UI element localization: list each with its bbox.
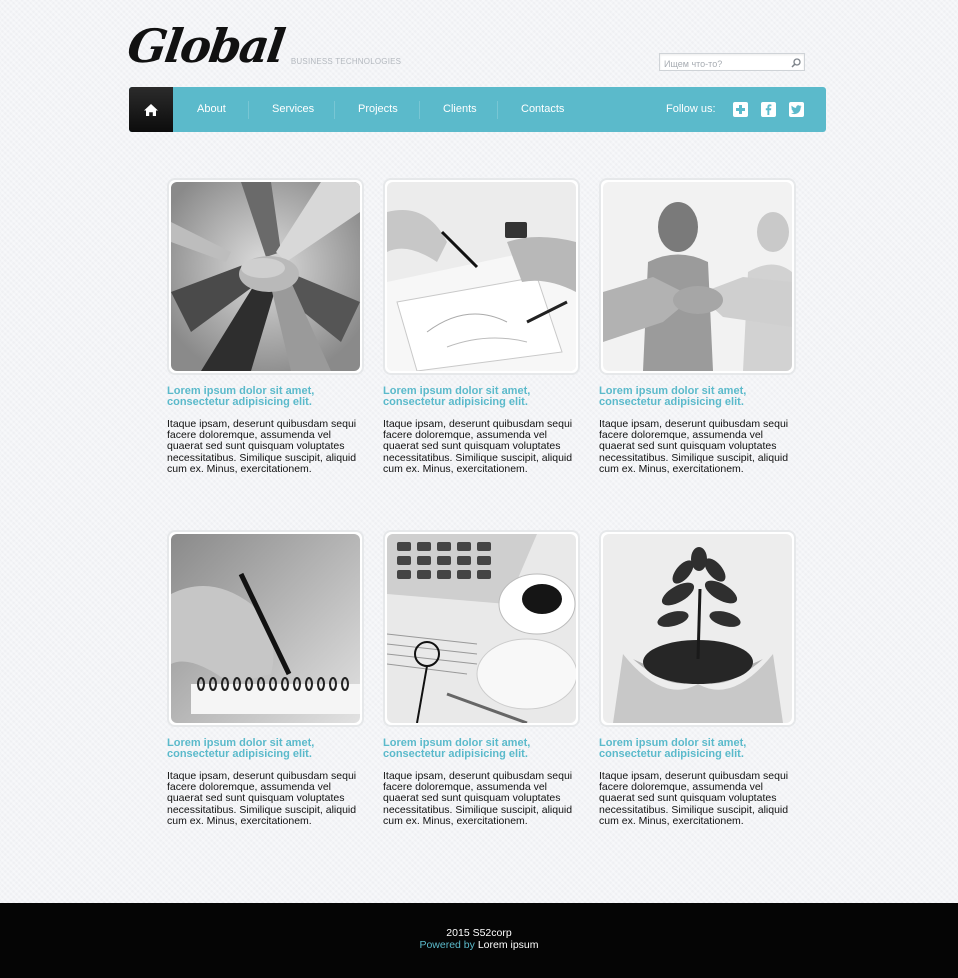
feature-card: Lorem ipsum dolor sit amet, consectetur …	[383, 178, 580, 475]
handshake-image[interactable]	[599, 178, 796, 375]
feature-card: Lorem ipsum dolor sit amet, consectetur …	[599, 178, 796, 475]
card-title[interactable]: Lorem ipsum dolor sit amet, consectetur …	[383, 386, 579, 408]
footer-powered-line: Powered by Lorem ipsum	[0, 939, 958, 951]
feature-card: Lorem ipsum dolor sit amet, consectetur …	[167, 178, 364, 475]
writing-notebook-image[interactable]	[167, 530, 364, 727]
card-title[interactable]: Lorem ipsum dolor sit amet, consectetur …	[599, 738, 795, 760]
card-text: Itaque ipsam, deserunt quibusdam sequi f…	[167, 418, 357, 475]
nav-divider	[497, 101, 498, 119]
nav-divider	[334, 101, 335, 119]
nav-about[interactable]: About	[197, 87, 226, 132]
powered-name: Lorem ipsum	[477, 939, 539, 951]
card-text: Itaque ipsam, deserunt quibusdam sequi f…	[383, 418, 573, 475]
plant-in-hands-image[interactable]	[599, 530, 796, 727]
card-title[interactable]: Lorem ipsum dolor sit amet, consectetur …	[383, 738, 579, 760]
facebook-icon[interactable]	[761, 102, 776, 117]
home-icon	[144, 103, 158, 116]
nav-divider	[248, 101, 249, 119]
card-title[interactable]: Lorem ipsum dolor sit amet, consectetur …	[167, 386, 363, 408]
logo-text: Global	[124, 19, 287, 73]
footer-copyright: 2015 S52corp	[446, 927, 512, 939]
feature-card: Lorem ipsum dolor sit amet, consectetur …	[599, 530, 796, 827]
card-title[interactable]: Lorem ipsum dolor sit amet, consectetur …	[599, 386, 795, 408]
feature-card: Lorem ipsum dolor sit amet, consectetur …	[383, 530, 580, 827]
logo-tagline: BUSINESS TECHNOLOGIES	[290, 57, 402, 66]
powered-by-link[interactable]: Powered by	[419, 939, 474, 951]
home-button[interactable]	[129, 87, 173, 132]
card-title[interactable]: Lorem ipsum dolor sit amet, consectetur …	[167, 738, 363, 760]
nav-contacts[interactable]: Contacts	[521, 87, 564, 132]
nav-divider	[419, 101, 420, 119]
hands-together-image[interactable]	[167, 178, 364, 375]
follow-us-label: Follow us:	[666, 103, 716, 115]
nav-projects[interactable]: Projects	[358, 87, 398, 132]
search-box	[659, 53, 805, 72]
plus-icon[interactable]	[733, 102, 748, 117]
search-icon[interactable]	[790, 56, 802, 68]
card-text: Itaque ipsam, deserunt quibusdam sequi f…	[599, 418, 789, 475]
logo[interactable]: Global BUSINESS TECHNOLOGIES	[124, 18, 402, 74]
search-input[interactable]	[660, 56, 784, 72]
calculator-coffee-image[interactable]	[383, 530, 580, 727]
feature-card: Lorem ipsum dolor sit amet, consectetur …	[167, 530, 364, 827]
nav-clients[interactable]: Clients	[443, 87, 477, 132]
nav-services[interactable]: Services	[272, 87, 314, 132]
card-text: Itaque ipsam, deserunt quibusdam sequi f…	[383, 770, 573, 827]
footer: 2015 S52corp Powered by Lorem ipsum	[0, 903, 958, 978]
main-nav: About Services Projects Clients Contacts…	[129, 87, 826, 132]
planning-documents-image[interactable]	[383, 178, 580, 375]
card-text: Itaque ipsam, deserunt quibusdam sequi f…	[167, 770, 357, 827]
card-text: Itaque ipsam, deserunt quibusdam sequi f…	[599, 770, 789, 827]
twitter-icon[interactable]	[789, 102, 804, 117]
